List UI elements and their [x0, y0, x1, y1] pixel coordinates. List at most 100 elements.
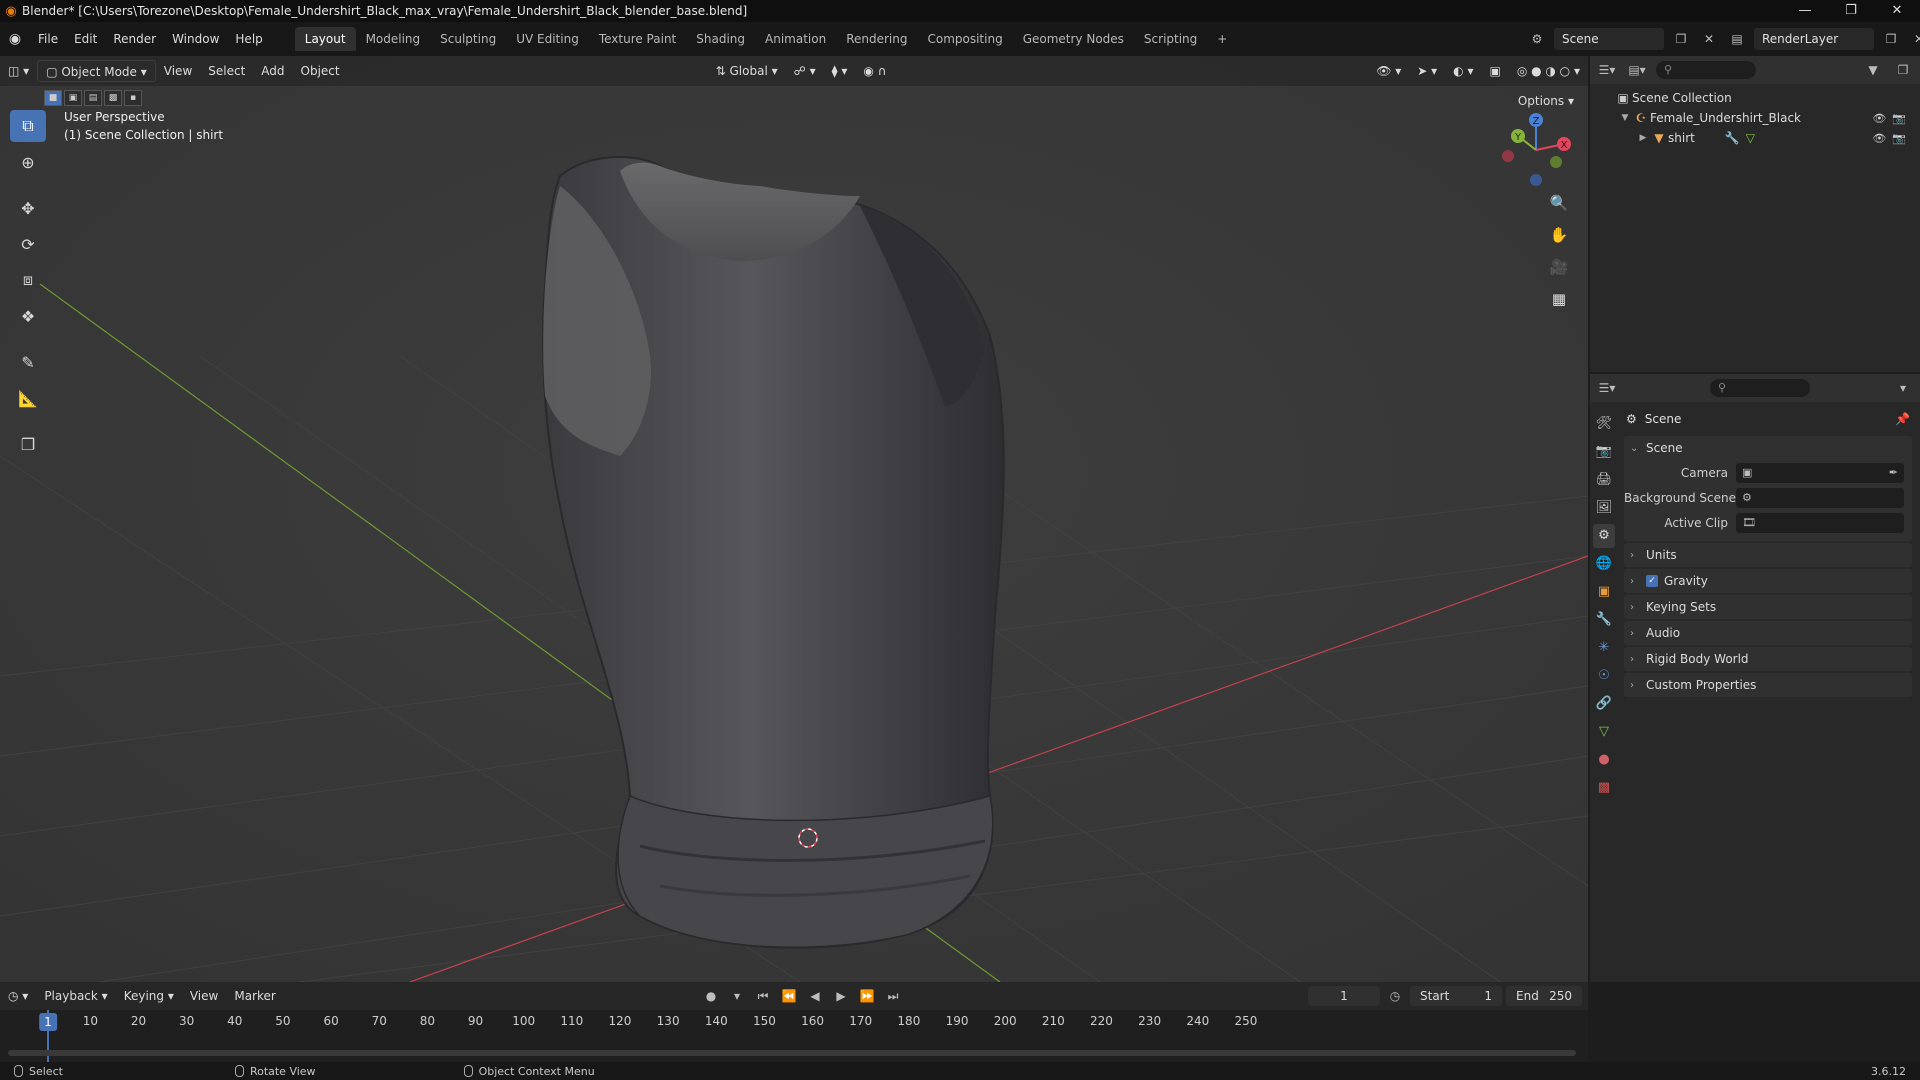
- units-panel[interactable]: › Units: [1624, 543, 1912, 567]
- output-tab-icon[interactable]: 🖨: [1593, 468, 1615, 492]
- measure-tool-icon[interactable]: 📐: [10, 382, 46, 414]
- timeline-ruler[interactable]: 10 20 30 40 50 60 70 80 90 100 110 120 130 140 150 160 1…: [0, 1010, 1588, 1034]
- pin-icon[interactable]: 📌: [1895, 412, 1916, 426]
- properties-options-icon[interactable]: ▾: [1892, 377, 1914, 399]
- object-tab-icon[interactable]: ▣: [1593, 580, 1615, 604]
- start-frame-field[interactable]: Start 1: [1410, 986, 1502, 1006]
- filter-icon[interactable]: ▼: [1862, 59, 1884, 81]
- select-subtract-icon[interactable]: ▤: [84, 90, 102, 106]
- cursor-tool-icon[interactable]: ⊕: [10, 146, 46, 178]
- gizmo-toggle-icon[interactable]: ➤ ▾: [1409, 60, 1445, 82]
- tab-texture-paint[interactable]: Texture Paint: [589, 27, 686, 51]
- tool-tab-icon[interactable]: 🛠: [1593, 412, 1615, 436]
- record-options-icon[interactable]: ▾: [726, 985, 748, 1007]
- scale-tool-icon[interactable]: ⧈: [10, 264, 46, 296]
- outliner-editor-type-icon[interactable]: ☰▾: [1596, 59, 1618, 81]
- jump-start-icon[interactable]: ⏮: [752, 985, 774, 1007]
- scene-panel-header[interactable]: ⌄ Scene: [1624, 436, 1912, 460]
- tab-shading[interactable]: Shading: [686, 27, 755, 51]
- scene-icon[interactable]: ⚙: [1526, 28, 1548, 50]
- rotate-tool-icon[interactable]: ⟳: [10, 228, 46, 260]
- neg-y-axis-icon[interactable]: [1550, 156, 1562, 168]
- eyedropper-icon[interactable]: ✒: [1889, 466, 1904, 479]
- timeline-editor-type-icon[interactable]: ◷ ▾: [0, 985, 36, 1007]
- marker-menu[interactable]: Marker: [226, 985, 283, 1007]
- preview-range-icon[interactable]: ◷: [1384, 985, 1406, 1007]
- display-mode-icon[interactable]: ▤▾: [1626, 59, 1648, 81]
- timeline-scrollbar[interactable]: [8, 1050, 1576, 1056]
- new-scene-icon[interactable]: ❐: [1670, 28, 1692, 50]
- menu-help[interactable]: Help: [227, 22, 270, 56]
- tab-geometry-nodes[interactable]: Geometry Nodes: [1013, 27, 1134, 51]
- record-icon[interactable]: ●: [700, 985, 722, 1007]
- jump-end-icon[interactable]: ⏭: [882, 985, 904, 1007]
- keying-sets-panel[interactable]: › Keying Sets: [1624, 595, 1912, 619]
- tab-sculpting[interactable]: Sculpting: [430, 27, 506, 51]
- menu-edit[interactable]: Edit: [66, 22, 105, 56]
- audio-panel[interactable]: › Audio: [1624, 621, 1912, 645]
- end-frame-field[interactable]: End 250: [1506, 986, 1582, 1006]
- expand-collection-icon[interactable]: ▼: [1618, 113, 1632, 123]
- camera-field[interactable]: ▣ ✒: [1736, 462, 1904, 483]
- 3d-viewport[interactable]: ◫ ▾ ▢ Object Mode ▾ View Select Add Obje…: [0, 56, 1588, 982]
- background-scene-field[interactable]: ⚙: [1736, 487, 1904, 508]
- select-new-icon[interactable]: ■: [44, 90, 62, 106]
- properties-editor-type-icon[interactable]: ☰▾: [1596, 377, 1618, 399]
- zoom-icon[interactable]: 🔍: [1546, 190, 1572, 216]
- delete-view-layer-icon[interactable]: ✕: [1908, 28, 1920, 50]
- tab-scripting[interactable]: Scripting: [1134, 27, 1207, 51]
- object-mode-dropdown[interactable]: ▢ Object Mode ▾: [37, 60, 156, 82]
- gravity-panel[interactable]: › ✓ Gravity: [1624, 569, 1912, 593]
- xray-icon[interactable]: ▣: [1481, 60, 1508, 82]
- view-layer-field[interactable]: RenderLayer: [1754, 28, 1874, 50]
- properties-search-input[interactable]: ⚲: [1710, 379, 1810, 397]
- neg-x-axis-icon[interactable]: [1502, 150, 1514, 162]
- menu-add[interactable]: Add: [253, 60, 292, 82]
- gravity-checkbox[interactable]: ✓: [1646, 575, 1658, 587]
- overlays-icon[interactable]: ◐ ▾: [1445, 60, 1481, 82]
- render-tab-icon[interactable]: 📷: [1593, 440, 1615, 464]
- tab-rendering[interactable]: Rendering: [836, 27, 917, 51]
- play-icon[interactable]: ▶: [830, 985, 852, 1007]
- play-reverse-icon[interactable]: ◀: [804, 985, 826, 1007]
- playback-menu[interactable]: Playback ▾: [36, 985, 115, 1007]
- transform-tool-icon[interactable]: ❖: [10, 300, 46, 332]
- data-tab-icon[interactable]: ▽: [1593, 720, 1615, 744]
- keying-menu[interactable]: Keying ▾: [116, 985, 182, 1007]
- annotate-tool-icon[interactable]: ✎: [10, 346, 46, 378]
- delete-scene-icon[interactable]: ✕: [1698, 28, 1720, 50]
- tab-modeling[interactable]: Modeling: [356, 27, 431, 51]
- timeline-view-menu[interactable]: View: [182, 985, 226, 1007]
- scene-field[interactable]: Scene: [1554, 28, 1664, 50]
- restore-icon[interactable]: ❐: [1828, 0, 1874, 22]
- texture-tab-icon[interactable]: ▩: [1593, 776, 1615, 800]
- scene-tab-icon[interactable]: ⚙: [1593, 524, 1615, 548]
- select-invert-icon[interactable]: ▩: [104, 90, 122, 106]
- menu-window[interactable]: Window: [164, 22, 227, 56]
- view-layer-icon[interactable]: ▤: [1726, 28, 1748, 50]
- add-cube-tool-icon[interactable]: ❐: [10, 428, 46, 460]
- outliner-row-scene-collection[interactable]: ▣ Scene Collection: [1590, 88, 1920, 108]
- ortho-grid-icon[interactable]: ▦: [1546, 286, 1572, 312]
- view-layer-tab-icon[interactable]: 🖼: [1593, 496, 1615, 520]
- world-tab-icon[interactable]: 🌐: [1593, 552, 1615, 576]
- playhead-frame-label[interactable]: 1: [39, 1013, 57, 1031]
- physics-tab-icon[interactable]: ☉: [1593, 664, 1615, 688]
- particles-tab-icon[interactable]: ✳: [1593, 636, 1615, 660]
- pan-hand-icon[interactable]: ✋: [1546, 222, 1572, 248]
- blender-menu-icon[interactable]: ◉: [0, 31, 30, 47]
- collection-visibility-icons[interactable]: 👁📷: [1872, 112, 1912, 125]
- current-frame-field[interactable]: 1: [1308, 986, 1380, 1006]
- menu-file[interactable]: File: [30, 22, 66, 56]
- new-view-layer-icon[interactable]: ❐: [1880, 28, 1902, 50]
- outliner-row-collection[interactable]: ▼ ☪ Female_Undershirt_Black 👁📷: [1590, 108, 1920, 128]
- shirt-visibility-icons[interactable]: 👁📷: [1872, 132, 1912, 145]
- proportional-edit-icon[interactable]: ◉ ∩: [855, 60, 894, 82]
- editor-type-icon[interactable]: ◫ ▾: [0, 60, 37, 82]
- menu-object[interactable]: Object: [293, 60, 348, 82]
- select-extend-icon[interactable]: ▣: [64, 90, 82, 106]
- menu-render[interactable]: Render: [105, 22, 164, 56]
- material-tab-icon[interactable]: ●: [1593, 748, 1615, 772]
- options-dropdown[interactable]: Options ▾: [1510, 90, 1582, 112]
- snap-icon[interactable]: ⧫ ▾: [824, 60, 856, 82]
